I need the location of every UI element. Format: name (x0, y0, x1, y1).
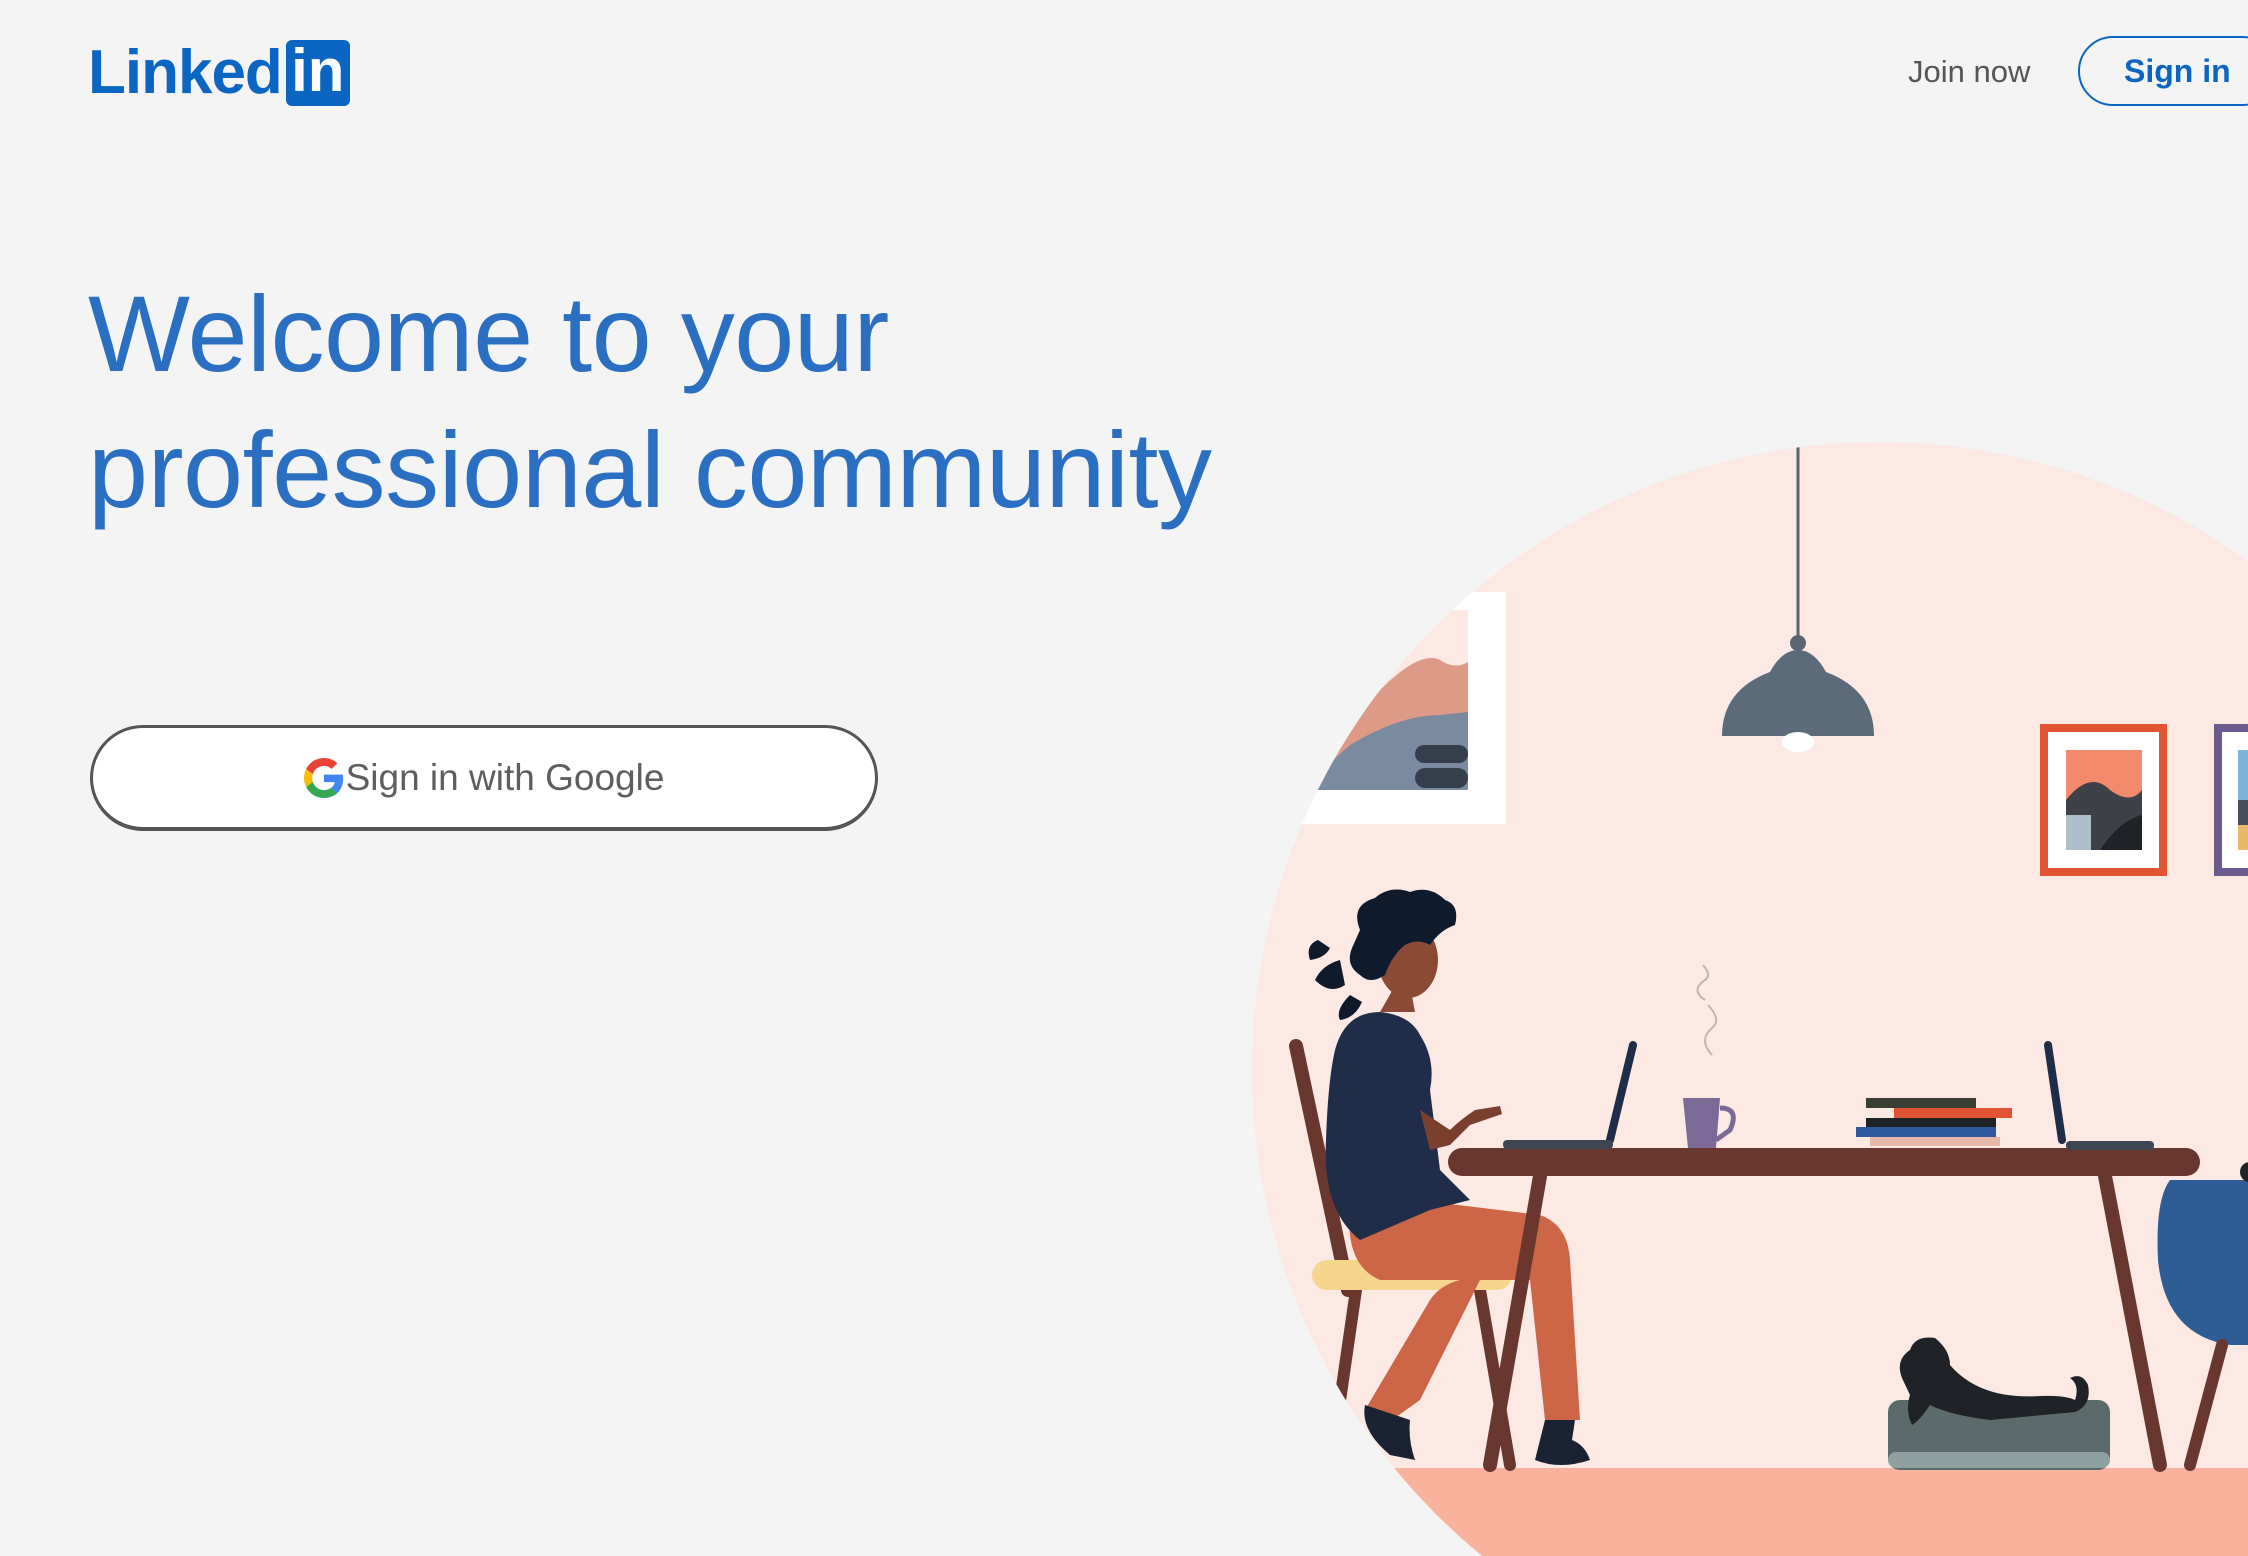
hero-title-line-2: professional community (88, 409, 1212, 530)
sign-in-with-google-button[interactable]: Sign in with Google (90, 725, 878, 831)
sign-in-with-google-label: Sign in with Google (345, 756, 665, 798)
linkedin-landing-page: Linked in Join now Sign in Welcome to yo… (0, 0, 2248, 1556)
logo-in-box: in (285, 40, 350, 106)
linkedin-logo[interactable]: Linked in (88, 38, 350, 108)
join-now-link[interactable]: Join now (1908, 52, 2030, 92)
logo-wordmark: Linked (88, 38, 283, 107)
google-g-icon (303, 757, 343, 798)
wall-picture-right-2 (2214, 724, 2248, 876)
hero-illustration (1252, 442, 2248, 1556)
sign-in-button[interactable]: Sign in (2078, 36, 2248, 106)
wall-picture-left (1290, 592, 1506, 824)
hero-title-line-1: Welcome to your (88, 273, 889, 394)
hero-title: Welcome to your professional community (88, 266, 1348, 538)
wall-picture-right-1 (2040, 724, 2167, 876)
